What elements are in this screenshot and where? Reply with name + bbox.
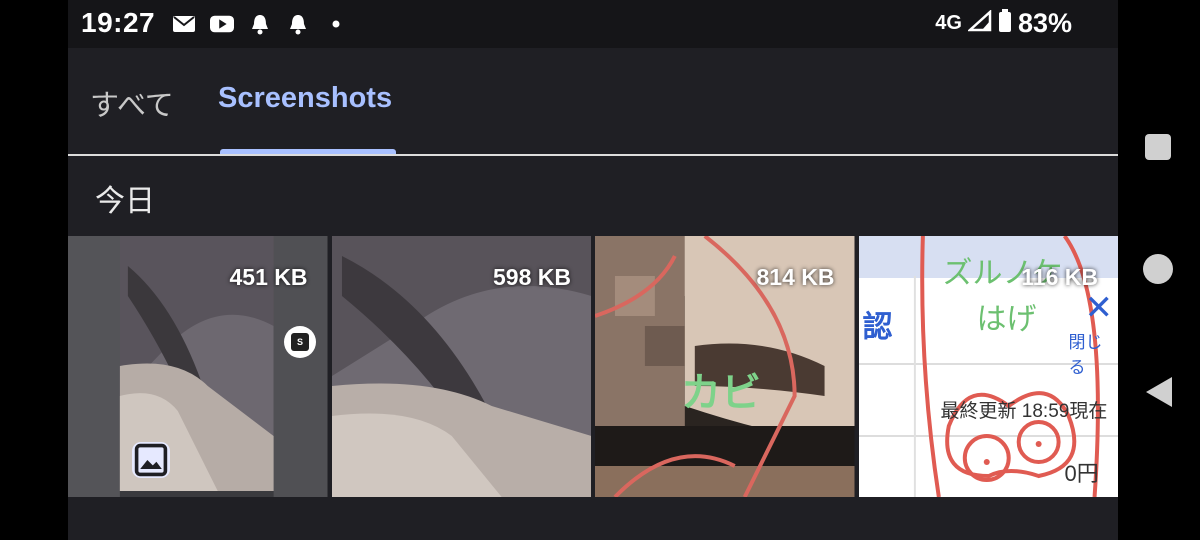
thumbnail-3[interactable]: カビ 814 KB	[595, 236, 855, 497]
file-size-label: 116 KB	[1021, 264, 1098, 290]
section-title-today: 今日	[95, 185, 155, 218]
home-circle-icon[interactable]	[1143, 254, 1173, 284]
active-tab-indicator	[220, 149, 396, 154]
battery-icon	[998, 9, 1012, 38]
back-triangle-icon[interactable]	[1146, 377, 1172, 407]
updated-text: 最終更新 18:59現在	[940, 401, 1108, 422]
signal-icon	[966, 9, 992, 37]
battery-percent: 83%	[1017, 8, 1072, 38]
youtube-icon	[210, 12, 234, 36]
au-mail-icon	[172, 12, 196, 36]
thumbnail-2[interactable]: 598 KB	[331, 236, 591, 497]
system-nav-bar	[1118, 0, 1200, 540]
thumbnail-1[interactable]: 451 KB S	[68, 236, 328, 497]
image-icon	[132, 442, 170, 478]
file-size-label: 451 KB	[229, 264, 308, 290]
tab-all[interactable]: すべて	[90, 82, 174, 124]
bell-icon	[286, 12, 310, 36]
file-size-label: 814 KB	[756, 264, 835, 290]
thumbnail-4[interactable]: 認 ✕ 閉じる 最終更新 18:59現在 0円 ズルノケ はげ 116 KB	[858, 236, 1118, 497]
status-time: 19:27	[81, 7, 156, 38]
tab-bar: すべて Screenshots	[68, 48, 1118, 156]
dot-icon	[324, 12, 348, 36]
status-bar: 19:27 4G 83%	[68, 0, 1118, 48]
status-right: 4G 83%	[935, 8, 1072, 39]
recents-square-icon[interactable]	[1145, 134, 1171, 160]
thumbnail-grid: 451 KB S 598 KB カビ 814 KB 認 ✕ 閉じる 最終更新 1…	[68, 236, 1118, 497]
close-label: 閉じる	[1068, 333, 1103, 377]
overlay-text-2: はげ	[976, 303, 1037, 336]
screenshot-s-icon: S	[284, 326, 316, 358]
page-heading: 認	[862, 311, 893, 344]
file-size-label: 598 KB	[493, 264, 571, 290]
notification-icons	[172, 12, 348, 36]
network-label: 4G	[935, 12, 962, 34]
tab-screenshots[interactable]: Screenshots	[218, 82, 392, 115]
close-icon: ✕	[1084, 289, 1114, 327]
overlay-text: カビ	[681, 371, 761, 415]
bell-icon	[248, 12, 272, 36]
price-text: 0円	[1064, 461, 1099, 486]
gallery-screen: 19:27 4G 83% すべて Screenshots 今日 451 KB S…	[68, 0, 1118, 540]
